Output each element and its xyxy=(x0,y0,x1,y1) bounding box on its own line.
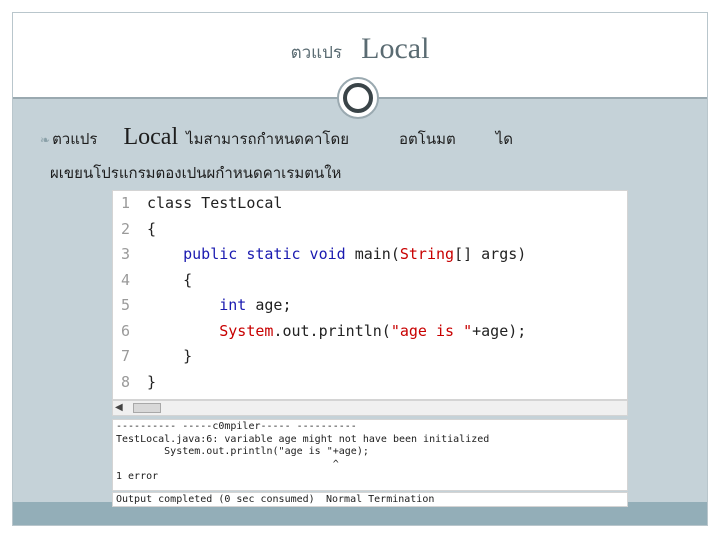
line-number: 1 xyxy=(121,194,131,212)
circle-decoration-icon xyxy=(337,77,379,119)
code-token: String xyxy=(399,245,455,263)
line-number: 4 xyxy=(121,270,131,289)
line-number: 7 xyxy=(121,347,131,365)
code-token: [] args) xyxy=(454,245,527,263)
code-token: } xyxy=(147,372,157,391)
bullet-line-1: ❧ ตวแปร Local ไมสามารถกำหนดคาโดย อตโนมต ได xyxy=(40,124,513,151)
status-right: Normal Termination xyxy=(326,494,435,505)
scroll-left-icon[interactable]: ◀ xyxy=(115,402,123,413)
code-text: { xyxy=(147,216,156,242)
circle-inner xyxy=(343,83,373,113)
code-token: System xyxy=(147,321,274,340)
output-line: System.out.println("age is "+age); xyxy=(116,446,369,457)
scroll-thumb[interactable] xyxy=(133,403,161,413)
code-token: main( xyxy=(354,245,400,263)
bullet-word1: ตวแปร xyxy=(52,130,98,148)
bullet-text-c: ได xyxy=(495,130,514,148)
line-number: 5 xyxy=(121,296,131,314)
code-text: } xyxy=(147,369,156,395)
code-editor[interactable]: 1 class TestLocal 2 {3 public static void m… xyxy=(112,190,628,400)
line-number: 6 xyxy=(121,321,131,340)
output-line: TestLocal.java:6: variable age might not… xyxy=(116,433,490,445)
bullet-icon: ❧ xyxy=(40,133,51,147)
line-number: 2 xyxy=(121,219,131,238)
code-token: } xyxy=(147,347,193,365)
code-token: public static void xyxy=(147,245,355,263)
code-text: System.out.println("age is "+age); xyxy=(147,318,526,344)
output-line: ---------- -----c0mpiler----- ---------- xyxy=(116,421,357,432)
output-line: ^ xyxy=(116,458,339,470)
bullet-word-local: Local xyxy=(123,124,179,150)
code-token: "age is " xyxy=(390,321,473,340)
line-number: 3 xyxy=(121,245,131,263)
code-token: .out.println( xyxy=(273,321,391,340)
code-text: public static void main(String[] args) xyxy=(147,241,526,267)
line-number: 8 xyxy=(121,372,131,391)
code-text: int age; xyxy=(147,292,292,318)
title-en: Local xyxy=(361,32,430,65)
bullet-text-b: อตโนมต xyxy=(399,130,456,148)
bullet-line-2: ผเขยนโปรแกรมตองเปนผกำหนดคาเรมตนให xyxy=(50,164,342,182)
output-panel: ---------- -----c0mpiler----- ----------… xyxy=(112,419,628,491)
code-text: class TestLocal xyxy=(147,190,282,216)
code-token: int xyxy=(147,296,256,314)
status-bar: Output completed (0 sec consumed) Normal… xyxy=(112,492,628,507)
code-token: { xyxy=(147,219,157,238)
code-text: { xyxy=(147,267,192,293)
slide-title: ตวแปร Local xyxy=(0,32,720,66)
code-text: } xyxy=(147,343,192,369)
code-token: class TestLocal xyxy=(147,194,283,212)
horizontal-scrollbar[interactable]: ◀ xyxy=(112,400,628,416)
status-left: Output completed (0 sec consumed) xyxy=(116,494,315,505)
code-token: age; xyxy=(255,296,292,314)
output-line: 1 error xyxy=(116,471,159,482)
code-token: +age); xyxy=(472,321,527,340)
title-thai: ตวแปร xyxy=(290,43,343,63)
code-token: { xyxy=(147,270,193,289)
bullet-text-a: ไมสามารถกำหนดคาโดย xyxy=(186,130,350,148)
